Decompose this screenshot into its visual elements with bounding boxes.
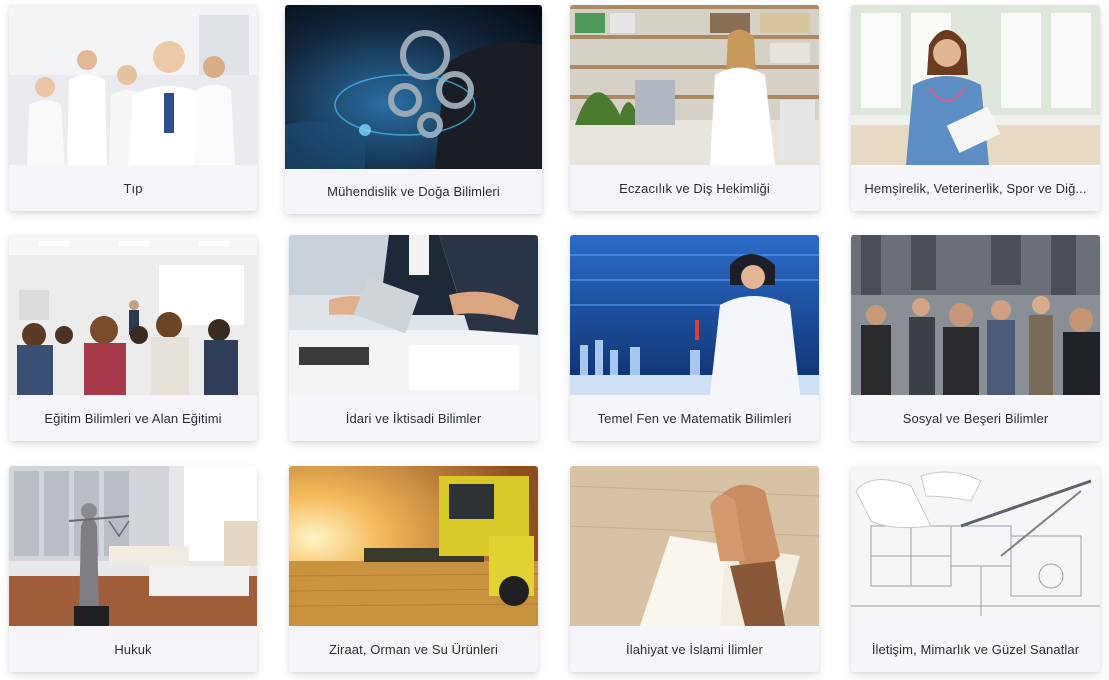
category-card-muhendislik[interactable]: Mühendislik ve Doğa Bilimleri [285, 5, 542, 214]
category-label: Eczacılık ve Diş Hekimliği [619, 180, 770, 196]
harvester-field-photo [289, 466, 538, 626]
category-card-eczacilik[interactable]: Eczacılık ve Diş Hekimliği [570, 5, 819, 211]
pharmacist-photo [570, 5, 819, 165]
category-card-hukuk[interactable]: Hukuk [9, 466, 257, 672]
category-label: İletişim, Mimarlık ve Güzel Sanatlar [871, 641, 1080, 657]
category-label: Ziraat, Orman ve Su Ürünleri [329, 641, 498, 657]
nurse-photo [851, 5, 1100, 165]
lady-justice-photo [9, 466, 257, 626]
category-label: Hukuk [114, 641, 152, 657]
category-label: Temel Fen ve Matematik Bilimleri [597, 410, 792, 426]
category-label: İlahiyat ve İslami İlimler [626, 641, 763, 657]
category-card-idari[interactable]: İdari ve İktisadi Bilimler [289, 235, 538, 441]
category-card-iletisim[interactable]: İletişim, Mimarlık ve Güzel Sanatlar [851, 466, 1100, 672]
category-label: Mühendislik ve Doğa Bilimleri [327, 184, 500, 199]
architectural-plans-photo [851, 466, 1100, 626]
gears-hand-photo [285, 5, 542, 169]
category-card-hemsirelik[interactable]: Hemşirelik, Veterinerlik, Spor ve Diğ... [851, 5, 1100, 211]
street-crowd-photo [851, 235, 1100, 395]
category-card-ziraat[interactable]: Ziraat, Orman ve Su Ürünleri [289, 466, 538, 672]
business-meeting-photo [289, 235, 538, 395]
category-card-temel-fen[interactable]: Temel Fen ve Matematik Bilimleri [570, 235, 819, 441]
lab-scientist-photo [570, 235, 819, 395]
doctors-team-photo [9, 5, 257, 165]
praying-hands-book-photo [570, 466, 819, 626]
category-card-sosyal[interactable]: Sosyal ve Beşeri Bilimler [851, 235, 1100, 441]
category-card-tip[interactable]: Tıp [9, 5, 257, 211]
category-label: Eğitim Bilimleri ve Alan Eğitimi [44, 410, 222, 426]
category-card-ilahiyat[interactable]: İlahiyat ve İslami İlimler [570, 466, 819, 672]
category-label: İdari ve İktisadi Bilimler [345, 410, 482, 426]
category-label: Hemşirelik, Veterinerlik, Spor ve Diğ... [864, 180, 1087, 196]
category-label: Sosyal ve Beşeri Bilimler [902, 410, 1049, 426]
category-card-egitim[interactable]: Eğitim Bilimleri ve Alan Eğitimi [9, 235, 257, 441]
category-label: Tıp [123, 180, 143, 196]
classroom-audience-photo [9, 235, 257, 395]
